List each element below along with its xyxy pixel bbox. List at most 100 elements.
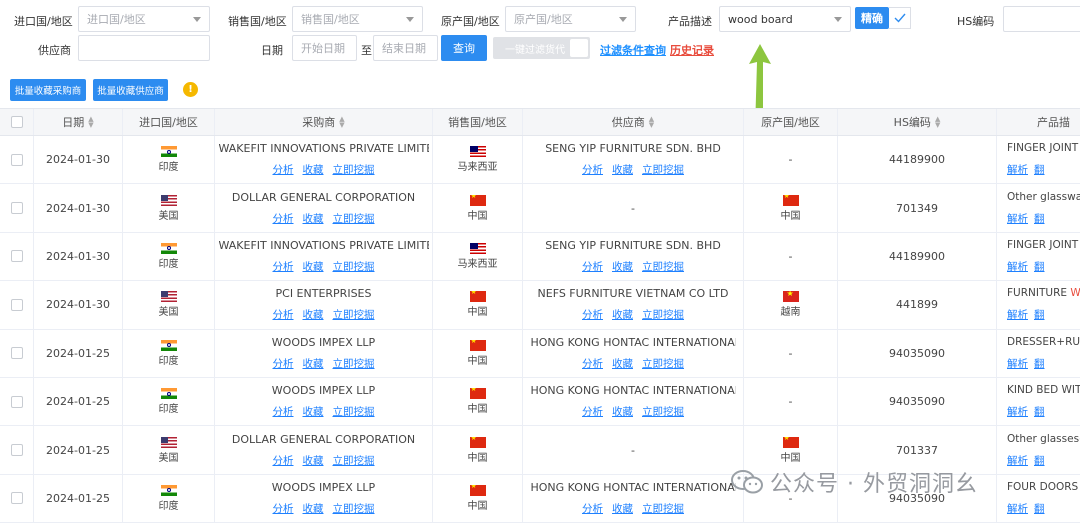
- cell-date: 2024-01-25: [34, 377, 123, 426]
- mine-now-link[interactable]: 立即挖掘: [642, 307, 684, 322]
- cell-sales-country: 中国: [433, 281, 523, 329]
- checkbox[interactable]: [10, 298, 23, 311]
- row-actions: 分析 收藏 立即挖掘: [273, 501, 375, 516]
- mine-now-link[interactable]: 立即挖掘: [642, 356, 684, 371]
- analyze-link[interactable]: 分析: [273, 501, 294, 516]
- analyze-link[interactable]: 分析: [582, 259, 603, 274]
- cell-date: 2024-01-25: [34, 474, 123, 523]
- one-click-filter-toggle[interactable]: 一键过滤货代: [493, 37, 590, 59]
- parse-link[interactable]: 解析: [1007, 501, 1028, 516]
- query-button[interactable]: 查询: [441, 35, 487, 61]
- collect-link[interactable]: 收藏: [303, 453, 324, 468]
- product-desc-value: wood board: [728, 12, 793, 26]
- filter-query-link[interactable]: 过滤条件查询: [600, 42, 666, 58]
- import-country-select[interactable]: 进口国/地区: [78, 6, 210, 32]
- start-date-placeholder: 开始日期: [301, 42, 345, 55]
- hs-input[interactable]: [1003, 6, 1080, 32]
- parse-link[interactable]: 解析: [1007, 162, 1028, 177]
- mine-now-link[interactable]: 立即挖掘: [642, 162, 684, 177]
- mine-now-link[interactable]: 立即挖掘: [333, 501, 375, 516]
- translate-link[interactable]: 翻: [1034, 211, 1045, 226]
- parse-link[interactable]: 解析: [1007, 453, 1028, 468]
- analyze-link[interactable]: 分析: [582, 501, 603, 516]
- collect-link[interactable]: 收藏: [303, 404, 324, 419]
- collect-link[interactable]: 收藏: [303, 162, 324, 177]
- batch-collect-buyers-button[interactable]: 批量收藏采购商: [10, 79, 86, 101]
- analyze-link[interactable]: 分析: [582, 162, 603, 177]
- analyze-link[interactable]: 分析: [273, 211, 294, 226]
- mine-now-link[interactable]: 立即挖掘: [333, 404, 375, 419]
- mine-now-link[interactable]: 立即挖掘: [642, 259, 684, 274]
- collect-link[interactable]: 收藏: [612, 259, 633, 274]
- checkbox[interactable]: [10, 202, 23, 215]
- checkbox[interactable]: [10, 116, 23, 128]
- origin-country-select[interactable]: 原产国/地区: [505, 6, 636, 32]
- mine-now-link[interactable]: 立即挖掘: [333, 453, 375, 468]
- header-buyer[interactable]: 采购商 ▲ ▼: [215, 109, 433, 135]
- batch-collect-suppliers-button[interactable]: 批量收藏供应商: [93, 79, 168, 101]
- supplier-input[interactable]: [78, 35, 210, 61]
- collect-link[interactable]: 收藏: [612, 356, 633, 371]
- checkbox[interactable]: [10, 395, 23, 408]
- collect-link[interactable]: 收藏: [303, 356, 324, 371]
- product-desc-input[interactable]: wood board: [719, 6, 851, 32]
- mine-now-link[interactable]: 立即挖掘: [642, 404, 684, 419]
- analyze-link[interactable]: 分析: [582, 356, 603, 371]
- checkbox[interactable]: [10, 153, 23, 166]
- exact-button[interactable]: 精确: [855, 7, 889, 29]
- parse-link[interactable]: 解析: [1007, 259, 1028, 274]
- translate-link[interactable]: 翻: [1034, 259, 1045, 274]
- collect-link[interactable]: 收藏: [303, 307, 324, 322]
- start-date-input[interactable]: 开始日期: [292, 35, 357, 61]
- collect-link[interactable]: 收藏: [612, 307, 633, 322]
- translate-link[interactable]: 翻: [1034, 501, 1045, 516]
- sales-country-text: 马来西亚: [457, 258, 498, 270]
- sales-country-select[interactable]: 销售国/地区: [292, 6, 423, 32]
- translate-link[interactable]: 翻: [1034, 356, 1045, 371]
- analyze-link[interactable]: 分析: [273, 453, 294, 468]
- header-label: 日期: [62, 116, 85, 129]
- analyze-link[interactable]: 分析: [582, 307, 603, 322]
- parse-link[interactable]: 解析: [1007, 404, 1028, 419]
- header-select-all[interactable]: [0, 109, 34, 135]
- translate-link[interactable]: 翻: [1034, 453, 1045, 468]
- checkbox[interactable]: [10, 492, 23, 505]
- end-date-input[interactable]: 结束日期: [373, 35, 438, 61]
- collect-link[interactable]: 收藏: [303, 259, 324, 274]
- mine-now-link[interactable]: 立即挖掘: [333, 211, 375, 226]
- parse-link[interactable]: 解析: [1007, 307, 1028, 322]
- collect-link[interactable]: 收藏: [612, 162, 633, 177]
- translate-link[interactable]: 翻: [1034, 404, 1045, 419]
- analyze-link[interactable]: 分析: [273, 259, 294, 274]
- parse-link[interactable]: 解析: [1007, 211, 1028, 226]
- mine-now-link[interactable]: 立即挖掘: [333, 259, 375, 274]
- history-link[interactable]: 历史记录: [670, 42, 714, 58]
- analyze-link[interactable]: 分析: [273, 356, 294, 371]
- cell-supplier: HONG KONG HONTAC INTERNATIONAL CO 分析 收藏 …: [523, 474, 744, 523]
- cell-select: [0, 232, 34, 281]
- analyze-link[interactable]: 分析: [273, 162, 294, 177]
- header-date[interactable]: 日期 ▲ ▼: [34, 109, 123, 135]
- collect-link[interactable]: 收藏: [612, 501, 633, 516]
- cell-sales-country: 中国: [433, 184, 523, 232]
- mine-now-link[interactable]: 立即挖掘: [333, 307, 375, 322]
- checkbox[interactable]: [10, 444, 23, 457]
- collect-link[interactable]: 收藏: [303, 211, 324, 226]
- translate-link[interactable]: 翻: [1034, 162, 1045, 177]
- analyze-link[interactable]: 分析: [273, 404, 294, 419]
- checkbox[interactable]: [10, 347, 23, 360]
- header-supplier[interactable]: 供应商 ▲ ▼: [523, 109, 744, 135]
- analyze-link[interactable]: 分析: [273, 307, 294, 322]
- mine-now-link[interactable]: 立即挖掘: [333, 356, 375, 371]
- mine-now-link[interactable]: 立即挖掘: [333, 162, 375, 177]
- exact-checkbox[interactable]: [889, 7, 911, 29]
- translate-link[interactable]: 翻: [1034, 307, 1045, 322]
- header-hs-code[interactable]: HS编码 ▲ ▼: [838, 109, 997, 135]
- collect-link[interactable]: 收藏: [612, 404, 633, 419]
- analyze-link[interactable]: 分析: [582, 404, 603, 419]
- mine-now-link[interactable]: 立即挖掘: [642, 501, 684, 516]
- parse-link[interactable]: 解析: [1007, 356, 1028, 371]
- warning-icon[interactable]: !: [183, 82, 198, 97]
- collect-link[interactable]: 收藏: [303, 501, 324, 516]
- checkbox[interactable]: [10, 250, 23, 263]
